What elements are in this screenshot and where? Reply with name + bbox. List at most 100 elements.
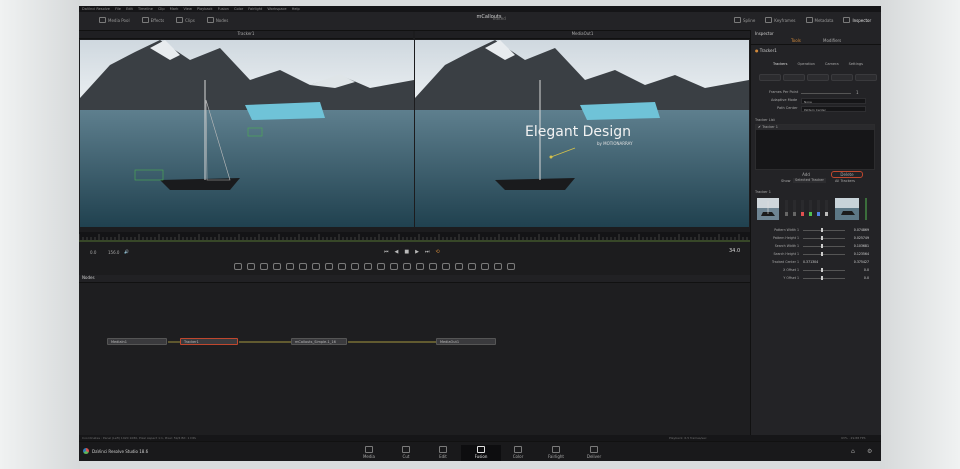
renderer-tool-icon[interactable] <box>429 263 437 270</box>
image-plane-tool-icon[interactable] <box>494 263 502 270</box>
page-color[interactable]: Color <box>498 445 538 461</box>
menu-item[interactable]: Timeline <box>138 7 153 11</box>
add-tracker-button[interactable]: Add <box>791 172 821 177</box>
home-icon[interactable]: ⌂ <box>851 448 855 455</box>
show-selected-tracker-button[interactable]: Selected Tracker <box>793 178 826 183</box>
param-slider[interactable] <box>803 238 845 239</box>
track-forward-button[interactable] <box>831 74 853 81</box>
effects-button[interactable]: Effects <box>141 17 164 23</box>
ellipse-tool-icon[interactable] <box>325 263 333 270</box>
clips-button[interactable]: Clips <box>176 17 195 23</box>
param-x-value[interactable]: 0.371304 <box>803 260 818 265</box>
text-tool-icon[interactable] <box>260 263 268 270</box>
stop-tracking-button[interactable] <box>807 74 829 81</box>
spline-button[interactable]: Spline <box>734 17 755 23</box>
param-slider-knob[interactable] <box>821 252 823 256</box>
loop-icon[interactable]: ⟲ <box>435 249 439 255</box>
background-tool-icon[interactable] <box>234 263 242 270</box>
shape-tool-icon[interactable] <box>403 263 411 270</box>
right-viewer[interactable]: Elegant Design by MOTIONARRAY <box>415 40 749 227</box>
tracker-tool-icon[interactable] <box>416 263 424 270</box>
param-slider[interactable] <box>803 254 845 255</box>
merge3d-tool-icon[interactable] <box>468 263 476 270</box>
particles-tool-icon[interactable] <box>390 263 398 270</box>
show-all-trackers-button[interactable]: All Trackers <box>835 179 855 184</box>
menu-item[interactable]: Color <box>234 7 243 11</box>
page-fusion[interactable]: Fusion <box>461 445 501 461</box>
media-pool-button[interactable]: Media Pool <box>99 17 130 23</box>
menu-item[interactable]: DaVinci Resolve <box>82 7 110 11</box>
param-slider[interactable] <box>803 278 845 279</box>
track-forward-from-start-button[interactable] <box>855 74 877 81</box>
light-tool-icon[interactable] <box>455 263 463 270</box>
timeline-ruler[interactable] <box>79 232 750 242</box>
go-to-end-icon[interactable]: ⏭ <box>425 249 430 255</box>
media-out-tool-icon[interactable] <box>507 263 515 270</box>
param-slider[interactable] <box>803 246 845 247</box>
audio-icon[interactable]: 🔊 <box>124 249 129 254</box>
subtab-camera[interactable]: Camera <box>825 62 839 67</box>
adaptive-mode-dropdown[interactable]: None <box>801 98 866 104</box>
menu-item[interactable]: Playback <box>197 7 213 11</box>
node-media-in[interactable]: MediaIn1 <box>107 338 167 345</box>
transform-tool-icon[interactable] <box>351 263 359 270</box>
param-slider-knob[interactable] <box>821 268 823 272</box>
inspector-tab-modifiers[interactable]: Modifiers <box>823 38 841 43</box>
node-media-out[interactable]: MediaOut1 <box>436 338 496 345</box>
bspline-tool-icon[interactable] <box>312 263 320 270</box>
param-value[interactable]: 0.074869 <box>847 228 869 233</box>
node-mcallouts[interactable]: mCallouts_Simple-1_16 <box>291 338 347 345</box>
param-slider-knob[interactable] <box>821 276 823 280</box>
paint-tool-icon[interactable] <box>247 263 255 270</box>
subtab-settings[interactable]: Settings <box>849 62 863 67</box>
delete-tracker-button[interactable]: Delete <box>831 171 863 178</box>
frames-per-point-value[interactable]: 1 <box>856 90 859 95</box>
subtab-trackers[interactable]: Trackers <box>773 62 787 67</box>
page-fairlight[interactable]: Fairlight <box>536 445 576 461</box>
current-frame[interactable]: 34.0 <box>729 249 740 254</box>
track-reverse-from-end-button[interactable] <box>759 74 781 81</box>
param-value[interactable]: 0.123564 <box>847 252 869 257</box>
subtab-operation[interactable]: Operation <box>797 62 814 67</box>
range-start[interactable]: 0.0 <box>90 250 96 255</box>
color-corrector-tool-icon[interactable] <box>377 263 385 270</box>
settings-gear-icon[interactable]: ⚙ <box>867 448 872 455</box>
frames-per-point-slider[interactable] <box>801 93 851 94</box>
page-edit[interactable]: Edit <box>423 445 463 461</box>
menu-item[interactable]: Fusion <box>218 7 229 11</box>
param-value[interactable]: 0.025749 <box>847 236 869 241</box>
page-media[interactable]: Media <box>349 445 389 461</box>
page-cut[interactable]: Cut <box>386 445 426 461</box>
play-icon[interactable]: ▶ <box>415 249 419 255</box>
inspector-tab-tools[interactable]: Tools <box>791 38 801 43</box>
rectangle-tool-icon[interactable] <box>338 263 346 270</box>
step-back-icon[interactable]: ◀ <box>395 249 399 255</box>
param-value[interactable]: 0.0 <box>847 276 869 281</box>
go-to-start-icon[interactable]: ⏮ <box>384 249 389 255</box>
param-value[interactable]: 0.103681 <box>847 244 869 249</box>
track-reverse-button[interactable] <box>783 74 805 81</box>
menu-item[interactable]: Clip <box>158 7 165 11</box>
menu-item[interactable]: Mark <box>170 7 179 11</box>
param-slider-knob[interactable] <box>821 236 823 240</box>
range-end[interactable]: 156.0 <box>108 250 119 255</box>
page-deliver[interactable]: Deliver <box>574 445 614 461</box>
nodes-button[interactable]: Nodes <box>206 17 228 23</box>
mask-tool-icon[interactable] <box>286 263 294 270</box>
left-viewer[interactable] <box>80 40 414 227</box>
param-value[interactable]: 0.0 <box>847 268 869 273</box>
camera-tool-icon[interactable] <box>442 263 450 270</box>
param-slider[interactable] <box>803 270 845 271</box>
menu-item[interactable]: View <box>184 7 192 11</box>
polygon-tool-icon[interactable] <box>299 263 307 270</box>
node-editor[interactable]: MediaIn1 Tracker1 mCallouts_Simple-1_16 … <box>79 283 750 435</box>
param-value[interactable]: 0.375427 <box>847 260 869 265</box>
keyframes-button[interactable]: Keyframes <box>765 17 796 23</box>
menu-item[interactable]: File <box>115 7 121 11</box>
param-slider[interactable] <box>803 230 845 231</box>
menu-item[interactable]: Fairlight <box>248 7 262 11</box>
metadata-button[interactable]: Metadata <box>805 17 833 23</box>
node-tracker[interactable]: Tracker1 <box>180 338 238 345</box>
menu-item[interactable]: Edit <box>126 7 133 11</box>
blur-tool-icon[interactable] <box>364 263 372 270</box>
